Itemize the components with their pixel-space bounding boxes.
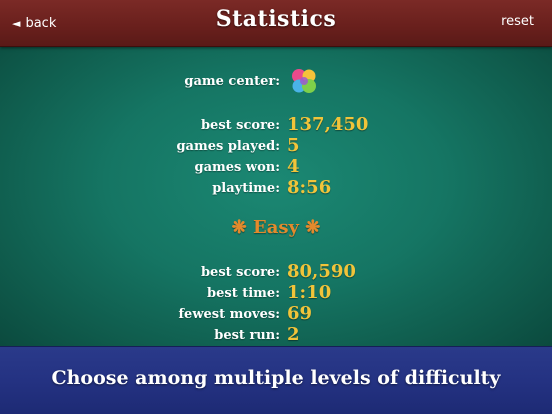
navigation-bar: ◄ back Statistics reset (0, 0, 552, 47)
easy-best-time-row: best time: 1:10 (0, 282, 552, 306)
games-played-value: 5 (287, 135, 300, 156)
playtime-row: playtime: 8:56 (0, 177, 552, 201)
easy-best-score-row: best score: 80,590 (0, 261, 552, 285)
game-center-row: game center: (0, 72, 552, 94)
games-won-label: games won: (194, 160, 281, 175)
statistics-screen: ◄ back Statistics reset game center: bes… (0, 0, 552, 414)
games-played-label: games played: (176, 139, 280, 154)
page-title: Statistics (215, 6, 337, 32)
playtime-value: 8:56 (287, 177, 332, 198)
reset-button[interactable]: reset (501, 14, 534, 29)
games-played-row: games played: 5 (0, 135, 552, 159)
promo-banner: Choose among multiple levels of difficul… (0, 346, 552, 414)
overall-best-score-row: best score: 137,450 (0, 114, 552, 138)
game-center-label: game center: (184, 74, 280, 89)
easy-fewest-moves-row: fewest moves: 69 (0, 303, 552, 327)
game-center-bubbles-icon[interactable] (290, 67, 318, 95)
easy-fewest-moves-label: fewest moves: (178, 307, 280, 322)
games-won-value: 4 (287, 156, 300, 177)
easy-best-time-value: 1:10 (287, 282, 332, 303)
easy-best-run-label: best run: (214, 328, 280, 343)
promo-banner-text: Choose among multiple levels of difficul… (51, 367, 501, 389)
easy-best-time-label: best time: (207, 286, 280, 301)
easy-best-score-label: best score: (200, 265, 280, 280)
easy-best-score-value: 80,590 (287, 261, 356, 282)
easy-section-title: ❋ Easy ❋ (231, 217, 321, 238)
best-score-label: best score: (200, 118, 280, 133)
games-won-row: games won: 4 (0, 156, 552, 180)
easy-best-run-row: best run: 2 (0, 324, 552, 348)
easy-fewest-moves-value: 69 (287, 303, 313, 324)
playtime-label: playtime: (212, 181, 280, 196)
best-score-value: 137,450 (287, 114, 369, 135)
easy-best-run-value: 2 (287, 324, 300, 345)
